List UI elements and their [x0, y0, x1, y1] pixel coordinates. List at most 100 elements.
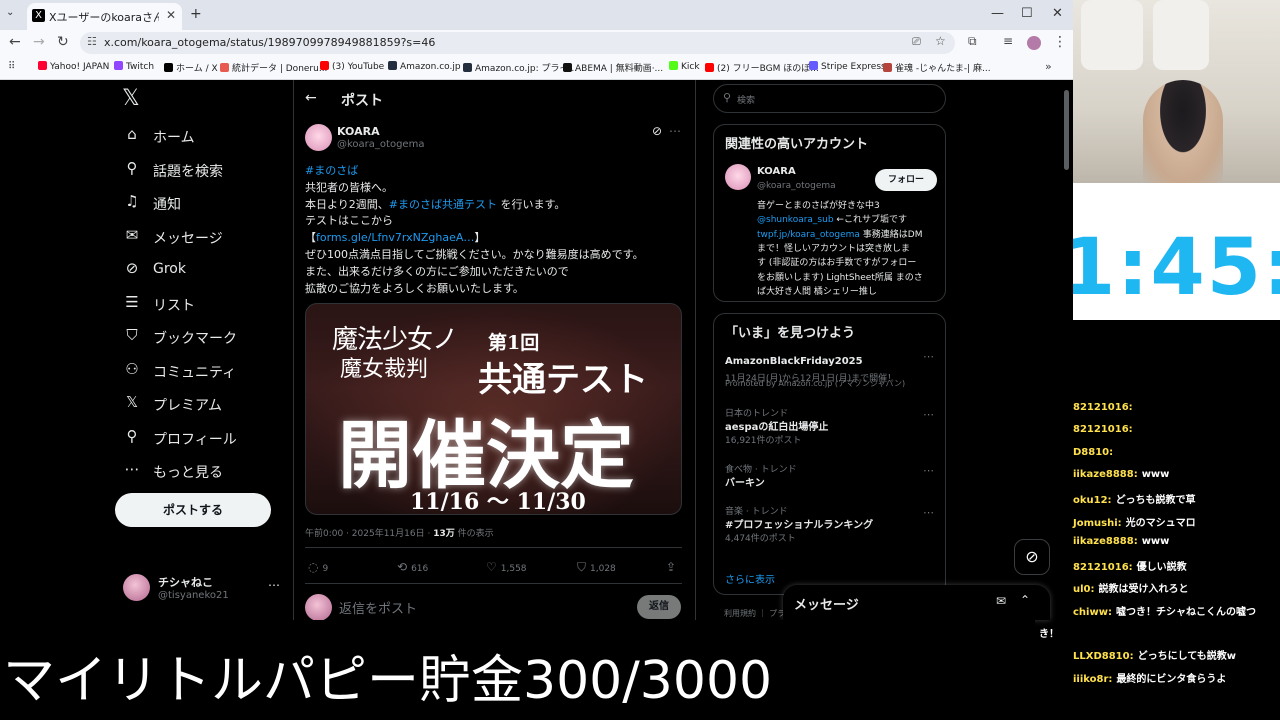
- bio-segment: 音ゲーとまのさばが好きな中3: [757, 201, 880, 211]
- bookmark-label: (3) YouTube: [332, 62, 385, 72]
- share-action[interactable]: ⇪: [666, 560, 680, 574]
- bookmark-item[interactable]: 統計データ | Doneru...: [220, 61, 327, 74]
- bookmark-item[interactable]: Amazon.co.jp: プライ...: [463, 61, 577, 74]
- extensions-icon[interactable]: ⧉: [968, 34, 977, 49]
- post-image[interactable]: 魔法少女ノ 魔女裁判 第1回 共通テスト 開催決定 11/16 ～ 11/30: [305, 303, 682, 515]
- bookmark-item[interactable]: 雀魂 -じゃんたま-| 麻...: [883, 61, 991, 74]
- trend-title[interactable]: aespaの紅白出場停止: [725, 418, 828, 433]
- browser-menu-icon[interactable]: ⋮: [1053, 34, 1067, 50]
- show-more-link[interactable]: さらに表示: [725, 571, 775, 586]
- caption-bar: マイリトルパピー貯金300/3000: [0, 620, 1035, 720]
- install-icon[interactable]: ⎚: [912, 35, 921, 49]
- profile-avatar-icon[interactable]: [1027, 36, 1041, 50]
- account-more-icon[interactable]: ⋯: [268, 578, 280, 592]
- chat-text: 説教は受け入れろと: [1098, 584, 1189, 596]
- bookmark-action[interactable]: ⛉ 1,028: [577, 560, 616, 575]
- forward-icon[interactable]: →: [33, 34, 45, 50]
- browser-tab[interactable]: X Xユーザーのkoaraさん: 「#まのさば ✕: [27, 3, 182, 30]
- grok-explain-icon[interactable]: ⊘: [652, 124, 662, 138]
- like-icon: ♡: [486, 560, 497, 574]
- search-box[interactable]: ⚲ 検索: [713, 84, 946, 113]
- bookmark-item[interactable]: (3) YouTube: [320, 61, 384, 72]
- post-timestamp[interactable]: 午前0:00 · 2025年11月16日 ·: [305, 529, 433, 539]
- author-handle[interactable]: @koara_otogema: [337, 139, 424, 150]
- related-name[interactable]: KOARA: [757, 166, 796, 177]
- bookmark-icon: ⛉: [126, 326, 138, 344]
- bookmark-favicon-icon: [320, 61, 329, 70]
- reply-button[interactable]: 返信: [637, 595, 681, 619]
- related-avatar[interactable]: [725, 164, 751, 190]
- account-switcher[interactable]: チシャねこ @tisyaneko21 ⋯: [115, 570, 285, 606]
- bio-link[interactable]: twpf.jp/koara_otogema: [757, 230, 860, 240]
- post-divider: [305, 547, 682, 548]
- tab-close-icon[interactable]: ✕: [166, 8, 176, 22]
- trend-title[interactable]: バーキン: [725, 474, 765, 489]
- reply-action[interactable]: ◌ 9: [308, 560, 328, 574]
- bookmark-item[interactable]: ABEMA | 無料動画·...: [563, 61, 663, 74]
- bookmark-item[interactable]: Yahoo! JAPAN: [38, 61, 109, 72]
- maximize-icon[interactable]: ☐: [1021, 6, 1033, 21]
- minimize-icon[interactable]: —: [991, 6, 1004, 21]
- reply-icon: ◌: [308, 560, 319, 574]
- page-scrollbar[interactable]: [1064, 90, 1069, 170]
- repost-action[interactable]: ⟲ 616: [397, 560, 428, 574]
- x-logo-icon[interactable]: 𝕏: [122, 86, 140, 111]
- bookmark-favicon-icon: [38, 61, 47, 70]
- reply-input[interactable]: 返信をポスト: [339, 598, 417, 617]
- back-arrow-icon[interactable]: ←: [305, 90, 317, 106]
- post-more-icon[interactable]: ⋯: [669, 124, 681, 138]
- window-close-icon[interactable]: ✕: [1052, 6, 1063, 21]
- like-action[interactable]: ♡ 1,558: [486, 560, 527, 574]
- reload-icon[interactable]: ↻: [57, 34, 69, 50]
- message-drawer-title: メッセージ: [794, 598, 859, 613]
- bio-link[interactable]: @shunkoara_sub: [757, 215, 834, 225]
- chat-username: iiiko8r:: [1073, 673, 1113, 685]
- new-message-icon[interactable]: ✉: [996, 594, 1006, 608]
- bio-line: @shunkoara_sub ←これサブ垢です: [757, 212, 907, 225]
- trend-subtitle: 16,921件のポスト: [725, 436, 802, 446]
- text-link[interactable]: #まのさば共通テスト: [389, 198, 497, 211]
- text-link[interactable]: forms.gle/Lfnv7rxNZghaeA…: [316, 231, 474, 244]
- message-drawer[interactable]: メッセージ ✉ ⌃: [783, 585, 1050, 620]
- site-info-icon[interactable]: ☷: [87, 35, 97, 48]
- compose-post-button[interactable]: ポストする: [115, 493, 271, 527]
- new-tab-icon[interactable]: +: [190, 6, 202, 22]
- bookmark-item[interactable]: Kick: [669, 61, 700, 72]
- bookmark-favicon-icon: [809, 61, 818, 70]
- bookmark-favicon-icon: [705, 63, 714, 72]
- chat-message: 82121016:: [1073, 402, 1137, 413]
- apps-grid-icon[interactable]: ⠿: [8, 61, 15, 72]
- expand-drawer-icon[interactable]: ⌃: [1020, 593, 1030, 607]
- trend-title[interactable]: #プロフェッショナルランキング: [725, 516, 873, 531]
- bookmark-star-icon[interactable]: ☆: [935, 34, 946, 48]
- sidebar-item-label: Grok: [153, 261, 186, 277]
- back-icon[interactable]: ←: [9, 34, 21, 50]
- sidebar-item-label: リスト: [153, 297, 195, 314]
- sidebar-item-label: 話題を検索: [153, 163, 223, 180]
- tab-search-icon[interactable]: ⌄: [6, 7, 14, 18]
- text-link[interactable]: #まのさば: [305, 164, 358, 177]
- footer-links[interactable]: 利用規約 ｜ プラ: [724, 608, 785, 619]
- author-avatar[interactable]: [305, 124, 332, 151]
- trend-more-icon[interactable]: ⋯: [923, 464, 934, 477]
- bookmark-item[interactable]: ホーム / X: [164, 61, 218, 74]
- trend-more-icon[interactable]: ⋯: [923, 506, 934, 519]
- account-avatar: [123, 574, 150, 601]
- related-handle[interactable]: @koara_otogema: [757, 181, 836, 191]
- author-name[interactable]: KOARA: [337, 125, 380, 138]
- bookmarks-overflow-icon[interactable]: »: [1045, 60, 1052, 73]
- bookmark-item[interactable]: Twitch: [114, 61, 154, 72]
- bookmark-item[interactable]: Stripe Express: [809, 61, 886, 72]
- trend-title[interactable]: AmazonBlackFriday2025: [725, 356, 863, 367]
- bookmark-item[interactable]: Amazon.co.jp: [388, 61, 461, 72]
- text-segment: また、出来るだけ多くの方にご参加いただきたいので: [305, 264, 569, 278]
- media-control-icon[interactable]: ≡: [1003, 34, 1013, 48]
- post-text-line: 【forms.gle/Lfnv7rxNZghaeA…】: [305, 229, 485, 245]
- post-meta: 午前0:00 · 2025年11月16日 · 13万 件の表示: [305, 526, 494, 539]
- trend-more-icon[interactable]: ⋯: [923, 350, 934, 363]
- trend-more-icon[interactable]: ⋯: [923, 408, 934, 421]
- address-bar[interactable]: ☷ x.com/koara_otogema/status/19897099789…: [80, 32, 955, 54]
- post-text-line: 本日より2週間、#まのさば共通テスト を行います。: [305, 196, 565, 212]
- follow-button[interactable]: フォロー: [875, 169, 937, 191]
- bookmark-item[interactable]: (2) フリーBGM ほのぼ...: [705, 61, 819, 74]
